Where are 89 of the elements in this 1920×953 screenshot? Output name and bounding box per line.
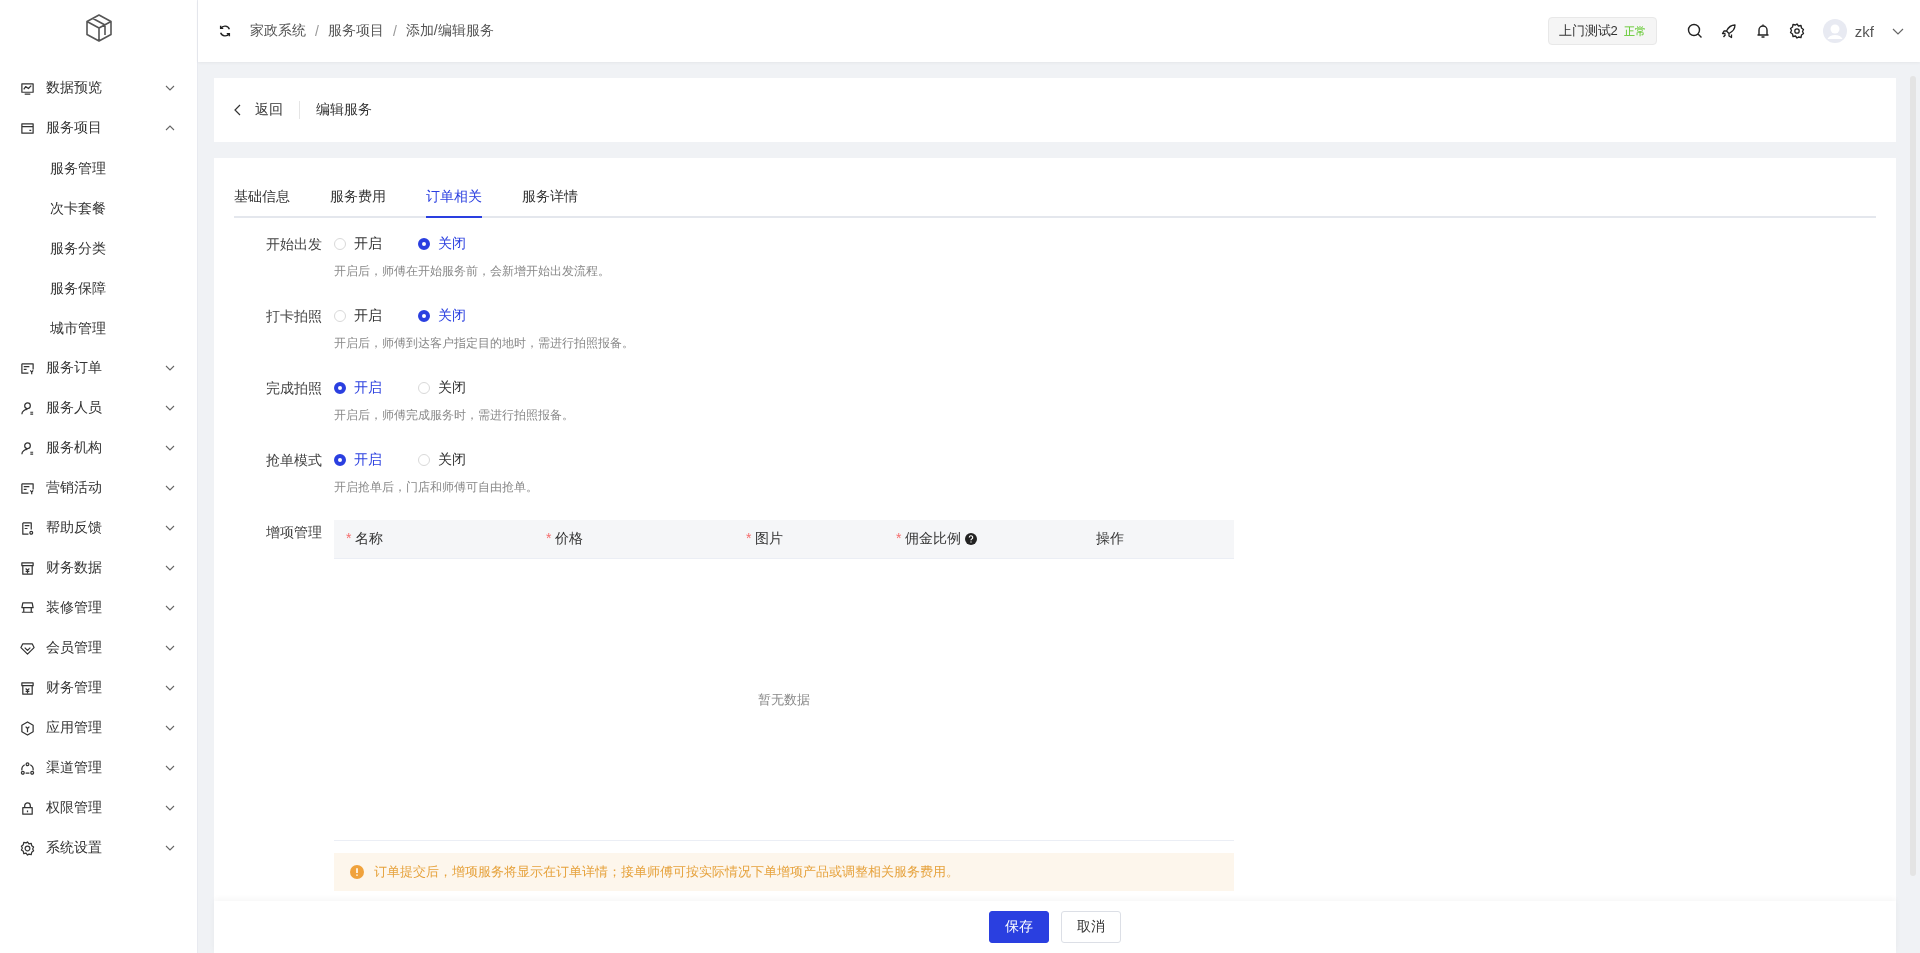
menu-item[interactable]: 数据预览 <box>0 68 197 108</box>
cancel-button[interactable]: 取消 <box>1061 911 1121 943</box>
field-label: 开始出发 <box>265 235 322 254</box>
document-icon <box>20 520 35 536</box>
box-icon <box>20 680 35 696</box>
column-header: * 图片 <box>746 530 784 548</box>
radio-option[interactable]: 开启 <box>334 379 382 397</box>
menu-item[interactable]: 服务项目 <box>0 108 197 148</box>
search-icon[interactable] <box>1686 23 1703 39</box>
radio-button[interactable] <box>418 310 430 322</box>
column-header: * 价格 <box>546 530 584 548</box>
rocket-icon[interactable] <box>1720 23 1737 39</box>
radio-option[interactable]: 开启 <box>334 451 382 469</box>
person-icon <box>20 440 35 456</box>
tab[interactable]: 服务费用 <box>330 180 386 218</box>
radio-option[interactable]: 开启 <box>334 307 382 325</box>
chart-icon <box>20 80 35 96</box>
shop-tag[interactable]: 上门测试2 正常 <box>1547 17 1657 45</box>
menu-item[interactable]: 营销活动 <box>0 468 197 508</box>
hint-text: 开启抢单后，门店和师傅可自由抢单。 <box>334 479 538 496</box>
receipt-icon <box>20 360 35 376</box>
field-label: 增项管理 <box>265 523 322 542</box>
person-icon <box>20 400 35 416</box>
tab[interactable]: 基础信息 <box>234 180 290 218</box>
menu-item[interactable]: 服务机构 <box>0 428 197 468</box>
field-label: 打卡拍照 <box>265 307 322 326</box>
menu-item[interactable]: 会员管理 <box>0 628 197 668</box>
breadcrumb-separator: / <box>392 23 397 39</box>
breadcrumb-separator: / <box>315 23 319 39</box>
nodes-icon <box>20 760 35 776</box>
receipt-icon <box>20 480 35 496</box>
submenu-item[interactable]: 城市管理 <box>0 308 197 348</box>
card-icon <box>20 120 35 136</box>
field-label: 完成拍照 <box>265 379 322 398</box>
refresh-icon[interactable] <box>218 24 232 38</box>
column-header: 操作 <box>1096 530 1124 548</box>
hint-text: 开启后，师傅在开始服务前，会新增开始出发流程。 <box>334 263 610 280</box>
menu-item[interactable]: 服务人员 <box>0 388 197 428</box>
box-icon <box>20 560 35 576</box>
breadcrumb-item[interactable]: 家政系统 <box>250 22 306 40</box>
hint-text: 开启后，师傅完成服务时，需进行拍照报备。 <box>334 407 574 424</box>
alert-text: 订单提交后，增项服务将显示在订单详情；接单师傅可按实际情况下单增项产品或调整相关服务费用。 <box>374 863 959 881</box>
chevron-left-icon <box>234 104 241 116</box>
menu-item[interactable]: 渠道管理 <box>0 748 197 788</box>
radio-button[interactable] <box>418 238 430 250</box>
radio-button[interactable] <box>334 454 346 466</box>
menu-item[interactable]: 应用管理 <box>0 708 197 748</box>
username[interactable]: zkf <box>1854 22 1874 40</box>
diamond-icon <box>20 640 35 656</box>
submenu-item[interactable]: 服务分类 <box>0 228 197 268</box>
gear-icon <box>20 840 35 856</box>
tab[interactable]: 订单相关 <box>426 180 482 218</box>
hexagon-icon <box>20 720 35 736</box>
hint-text: 开启后，师傅到达客户指定目的地时，需进行拍照报备。 <box>334 335 634 352</box>
submenu-item[interactable]: 服务管理 <box>0 148 197 188</box>
menu-item[interactable]: 权限管理 <box>0 788 197 828</box>
chevron-down-icon[interactable] <box>1892 27 1904 35</box>
menu-item[interactable]: 财务管理 <box>0 668 197 708</box>
radio-option[interactable]: 关闭 <box>418 307 466 325</box>
menu-item[interactable]: 系统设置 <box>0 828 197 868</box>
radio-option[interactable]: 关闭 <box>418 235 466 253</box>
page-title: 编辑服务 <box>316 101 372 119</box>
settings-icon[interactable] <box>1788 23 1805 39</box>
submenu-item[interactable]: 次卡套餐 <box>0 188 197 228</box>
back-link[interactable]: 返回 <box>234 101 283 119</box>
menu-item[interactable]: 装修管理 <box>0 588 197 628</box>
save-button[interactable]: 保存 <box>989 911 1049 943</box>
shop-icon <box>20 600 35 616</box>
radio-button[interactable] <box>334 382 346 394</box>
empty-text: 暂无数据 <box>758 690 810 709</box>
menu-item[interactable]: 财务数据 <box>0 548 197 588</box>
warning-icon <box>350 865 364 879</box>
menu-item[interactable]: 服务订单 <box>0 348 197 388</box>
cube-icon <box>85 14 112 42</box>
tab[interactable]: 服务详情 <box>522 180 578 218</box>
submenu-item[interactable]: 服务保障 <box>0 268 197 308</box>
column-header: * 名称 <box>346 530 384 548</box>
status-label: 正常 <box>1623 23 1646 39</box>
radio-option[interactable]: 开启 <box>334 235 382 253</box>
radio-option[interactable]: 关闭 <box>418 379 466 397</box>
menu-item[interactable]: 帮助反馈 <box>0 508 197 548</box>
field-label: 抢单模式 <box>265 451 322 470</box>
column-header: * 佣金比例 <box>896 530 962 548</box>
radio-option[interactable]: 关闭 <box>418 451 466 469</box>
breadcrumb-item[interactable]: 服务项目 <box>327 22 384 40</box>
lock-icon <box>20 800 35 816</box>
shop-name: 上门测试2 <box>1558 22 1618 40</box>
question-icon[interactable] <box>965 533 978 545</box>
breadcrumb-item: 添加/编辑服务 <box>405 22 494 40</box>
